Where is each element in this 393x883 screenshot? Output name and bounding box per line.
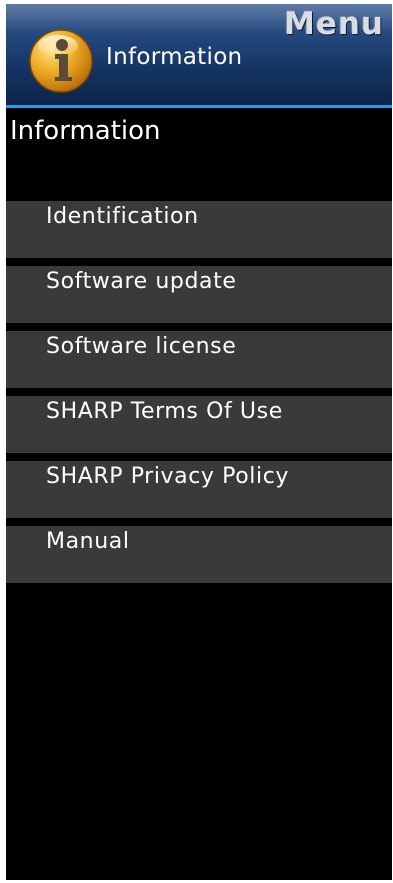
menu-header: Information Menu [6,4,392,108]
menu-item-manual[interactable]: Manual [6,526,392,583]
menu-label: Menu [283,6,384,42]
menu-item-label: Software license [46,334,237,359]
menu-item-terms-of-use[interactable]: SHARP Terms Of Use [6,396,392,453]
section-title: Information [10,116,161,146]
menu-item-label: Manual [46,529,130,554]
info-icon [29,29,93,93]
menu-item-software-license[interactable]: Software license [6,331,392,388]
menu-panel: Information Menu Information Identificat… [6,4,392,880]
menu-item-label: Identification [46,204,199,229]
menu-item-privacy-policy[interactable]: SHARP Privacy Policy [6,461,392,518]
header-title: Information [106,44,243,70]
menu-item-label: SHARP Privacy Policy [46,464,290,489]
tv-menu-screen: Information Menu Information Identificat… [0,0,393,883]
menu-item-label: Software update [46,269,237,294]
menu-item-identification[interactable]: Identification [6,201,392,258]
menu-list: Identification Software update Software … [6,201,392,591]
menu-item-label: SHARP Terms Of Use [46,399,283,424]
menu-item-software-update[interactable]: Software update [6,266,392,323]
